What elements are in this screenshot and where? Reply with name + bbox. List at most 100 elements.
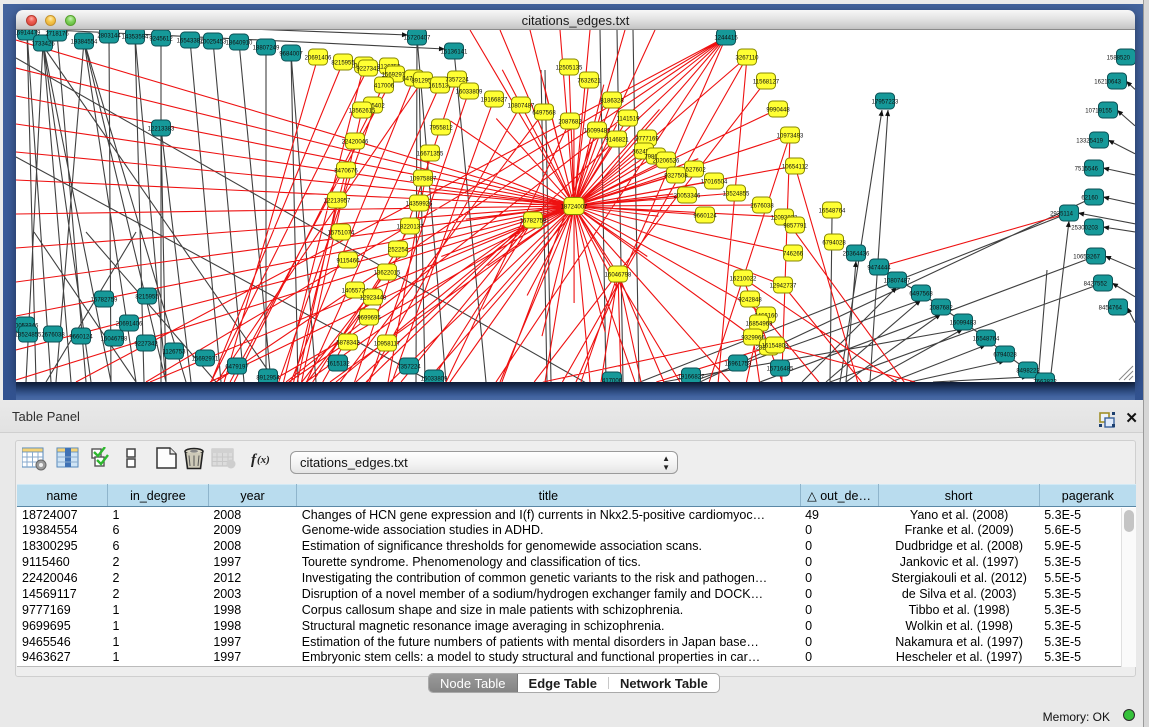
- svg-text:9684007: 9684007: [279, 52, 303, 58]
- svg-text:13562615: 13562615: [349, 109, 376, 115]
- svg-text:12505135: 12505135: [556, 66, 583, 72]
- svg-text:1244415: 1244415: [714, 36, 738, 42]
- svg-text:10807487: 10807487: [508, 104, 535, 110]
- svg-text:9245612: 9245612: [149, 37, 173, 43]
- svg-text:5878342: 5878342: [336, 341, 360, 347]
- svg-text:16782759: 16782759: [520, 219, 547, 225]
- svg-text:15751074: 15751074: [328, 231, 355, 237]
- svg-text:9777169: 9777169: [635, 137, 659, 143]
- svg-text:20364436: 20364436: [843, 252, 870, 258]
- svg-text:7955812: 7955812: [429, 126, 453, 132]
- svg-text:16046798: 16046798: [101, 337, 128, 343]
- svg-text:9115460: 9115460: [337, 259, 361, 265]
- svg-text:16210022: 16210022: [730, 277, 757, 283]
- svg-text:20691406: 20691406: [305, 56, 332, 62]
- svg-text:18220137: 18220137: [397, 225, 424, 231]
- svg-text:62160: 62160: [1081, 196, 1098, 202]
- svg-text:9857791: 9857791: [783, 224, 807, 230]
- svg-text:746266: 746266: [783, 252, 804, 258]
- svg-text:6497568: 6497568: [532, 111, 556, 117]
- svg-text:13325419: 13325419: [1076, 139, 1103, 145]
- svg-text:12213957: 12213957: [324, 199, 351, 205]
- svg-text:1615132: 1615132: [326, 362, 350, 368]
- svg-text:10958117: 10958117: [374, 342, 401, 348]
- svg-text:15136141: 15136141: [441, 50, 468, 56]
- svg-text:12213383: 12213383: [148, 127, 175, 133]
- svg-text:2087682: 2087682: [929, 306, 953, 312]
- svg-text:7515546: 7515546: [1075, 167, 1099, 173]
- svg-text:8215955: 8215955: [331, 61, 355, 67]
- svg-text:16548764: 16548764: [973, 337, 1000, 343]
- svg-text:14359926: 14359926: [406, 202, 433, 208]
- svg-text:10975887: 10975887: [410, 177, 437, 183]
- svg-text:17016504: 17016504: [701, 180, 728, 186]
- svg-text:16671355: 16671355: [417, 152, 444, 158]
- svg-text:18724007: 18724007: [561, 205, 588, 211]
- svg-text:9699695: 9699695: [357, 316, 381, 322]
- svg-text:7632621: 7632621: [577, 79, 601, 85]
- svg-text:19166827: 19166827: [678, 375, 705, 381]
- svg-text:22420046: 22420046: [342, 140, 369, 146]
- svg-text:20053346: 20053346: [674, 194, 701, 200]
- svg-text:16033809: 16033809: [421, 377, 448, 383]
- svg-text:9227342: 9227342: [134, 342, 158, 348]
- svg-text:9660124: 9660124: [693, 214, 717, 220]
- svg-text:10654112: 10654112: [782, 165, 809, 171]
- svg-text:7357224: 7357224: [397, 365, 421, 371]
- svg-text:13524855: 13524855: [723, 192, 750, 198]
- svg-text:16046798: 16046798: [605, 273, 632, 279]
- svg-text:2087682: 2087682: [558, 120, 582, 126]
- svg-text:25300203: 25300203: [1071, 226, 1098, 232]
- svg-text:10025453: 10025453: [200, 40, 227, 46]
- svg-text:8427552: 8427552: [1084, 282, 1108, 288]
- svg-text:20691406: 20691406: [116, 322, 143, 328]
- svg-text:1126753: 1126753: [163, 350, 187, 356]
- svg-text:2803144: 2803144: [97, 34, 121, 40]
- svg-text:2935114: 2935114: [1050, 212, 1074, 218]
- svg-text:16099483: 16099483: [584, 129, 611, 135]
- svg-text:14353594: 14353594: [122, 35, 149, 41]
- svg-text:16961758: 16961758: [725, 362, 752, 368]
- svg-text:9990448: 9990448: [766, 108, 790, 114]
- svg-text:2676038: 2676038: [41, 333, 65, 339]
- svg-text:2676038: 2676038: [750, 204, 774, 210]
- svg-text:6794028: 6794028: [993, 353, 1017, 359]
- svg-text:6794028: 6794028: [822, 241, 846, 247]
- svg-text:9327508: 9327508: [664, 174, 688, 180]
- svg-text:16154808: 16154808: [762, 344, 789, 350]
- svg-text:12923448: 12923448: [360, 296, 387, 302]
- svg-text:11568127: 11568127: [753, 80, 780, 86]
- svg-text:9242848: 9242848: [738, 298, 762, 304]
- svg-text:8454764: 8454764: [1099, 306, 1123, 312]
- svg-text:9146821: 9146821: [605, 138, 629, 144]
- svg-text:16099483: 16099483: [950, 321, 977, 327]
- svg-text:10807487: 10807487: [884, 279, 911, 285]
- svg-text:10719155: 10719155: [1085, 109, 1112, 115]
- svg-text:10973493: 10973493: [777, 134, 804, 140]
- svg-text:15692971: 15692971: [192, 357, 219, 363]
- svg-text:15716485: 15716485: [767, 367, 794, 373]
- svg-text:9660124: 9660124: [69, 335, 93, 341]
- svg-text:8470676: 8470676: [334, 169, 358, 175]
- svg-text:417006: 417006: [374, 84, 395, 90]
- svg-text:16033809: 16033809: [456, 90, 483, 96]
- svg-text:6479197: 6479197: [225, 365, 249, 371]
- svg-text:20206526: 20206526: [653, 159, 680, 165]
- svg-text:3267110: 3267110: [736, 56, 760, 62]
- svg-text:252254: 252254: [388, 248, 409, 254]
- svg-text:8912954: 8912954: [256, 376, 280, 382]
- svg-text:8186328: 8186328: [600, 99, 624, 105]
- svg-text:7663822: 7663822: [1033, 380, 1057, 383]
- svg-text:18640910: 18640910: [226, 41, 253, 47]
- svg-text:19384554: 19384554: [71, 40, 98, 46]
- svg-text:18807249: 18807249: [253, 46, 280, 52]
- svg-text:417006: 417006: [602, 379, 623, 383]
- svg-text:16210643: 16210643: [1094, 80, 1121, 86]
- svg-text:9474444: 9474444: [867, 266, 891, 272]
- svg-text:15720407: 15720407: [404, 36, 431, 42]
- svg-text:8215955: 8215955: [135, 295, 159, 301]
- svg-text:1733426: 1733426: [31, 42, 55, 48]
- svg-text:2718176: 2718176: [45, 32, 69, 38]
- svg-text:6497568: 6497568: [909, 292, 933, 298]
- svg-text:17957223: 17957223: [872, 100, 899, 106]
